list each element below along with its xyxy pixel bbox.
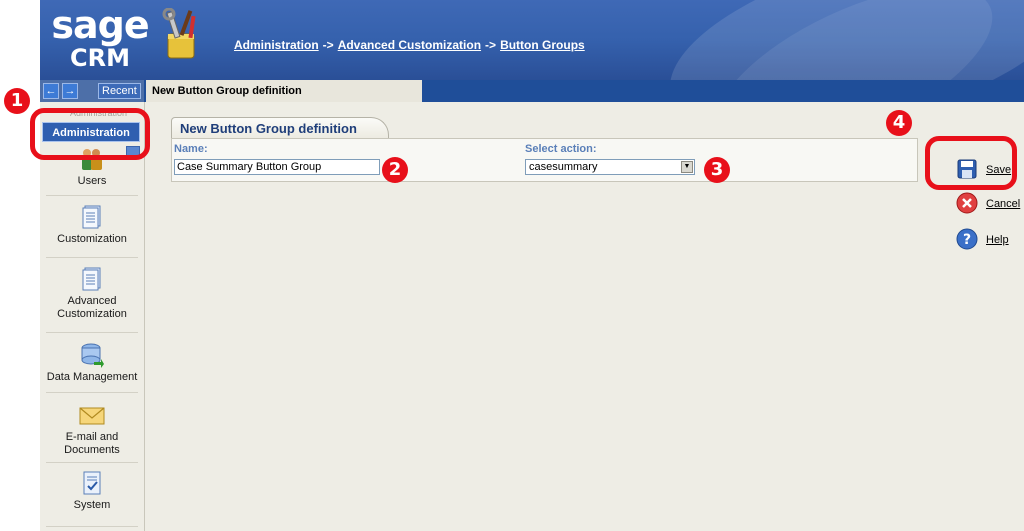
sidebar-item-label: Data Management — [46, 371, 138, 383]
callout-ring-save — [925, 136, 1017, 190]
tools-icon — [162, 8, 196, 59]
form-panel: Name: Select action: casesummary ▼ — [171, 138, 918, 182]
cancel-icon — [956, 192, 978, 214]
breadcrumb-advanced-customization[interactable]: Advanced Customization — [338, 38, 481, 52]
sidebar-item-label: System — [73, 499, 111, 511]
breadcrumb-separator: -> — [322, 38, 334, 52]
recent-button[interactable]: Recent — [98, 83, 141, 99]
forward-arrow-icon[interactable]: → — [62, 83, 78, 99]
sidebar-item-email-documents[interactable]: E-mail and Documents — [40, 402, 144, 457]
sidebar-item-advanced-customization[interactable]: Advanced Customization — [40, 266, 144, 321]
select-action-dropdown[interactable]: casesummary ▼ — [525, 159, 695, 175]
cancel-label: Cancel — [986, 198, 1021, 210]
select-action-label: Select action: — [525, 143, 597, 155]
checklist-icon — [83, 471, 101, 495]
callout-number-3: 3 — [704, 157, 730, 183]
sage-crm-logo: sage CRM — [50, 6, 150, 76]
name-label: Name: — [174, 143, 208, 155]
breadcrumb-separator: -> — [485, 38, 497, 52]
database-icon — [81, 343, 104, 368]
sidebar: Administration Administration Users Cust… — [40, 102, 145, 531]
sidebar-item-customization[interactable]: Customization — [40, 204, 144, 246]
page-title-tab: New Button Group definition — [146, 80, 422, 102]
breadcrumb: Administration -> Advanced Customization ->… — [234, 38, 585, 52]
help-icon: ? — [956, 228, 978, 250]
nav-strip: ← → Recent New Button Group definition — [40, 80, 1024, 102]
breadcrumb-button-groups[interactable]: Button Groups — [500, 38, 585, 52]
logo-line2: CRM — [70, 44, 130, 72]
sidebar-item-label: E-mail and Documents — [64, 431, 120, 456]
logo-line1: sage — [51, 3, 149, 47]
back-arrow-icon[interactable]: ← — [43, 83, 59, 99]
sidebar-item-label: Customization — [57, 233, 127, 245]
sidebar-item-system[interactable]: System — [40, 470, 144, 512]
history-controls: ← → Recent — [40, 80, 144, 102]
envelope-icon — [79, 407, 105, 425]
help-label: Help — [986, 234, 1009, 246]
callout-number-4: 4 — [886, 110, 912, 136]
main-content: New Button Group definition Name: Select… — [146, 102, 918, 531]
form-tab-title: New Button Group definition — [171, 117, 389, 139]
callout-number-2: 2 — [382, 157, 408, 183]
document-icon — [82, 205, 101, 229]
sidebar-item-label: Users — [77, 175, 107, 187]
svg-text:?: ? — [963, 232, 971, 248]
select-action-value: casesummary — [529, 161, 598, 173]
name-field[interactable] — [174, 159, 380, 175]
sage-crm-window: sage CRM Administration -> Advanced Custom… — [40, 0, 1024, 531]
breadcrumb-administration[interactable]: Administration — [234, 38, 319, 52]
sidebar-item-label: Advanced Customization — [57, 295, 127, 320]
callout-ring-administration — [30, 108, 150, 160]
header-banner: sage CRM Administration -> Advanced Custom… — [40, 0, 1024, 80]
sidebar-item-data-management[interactable]: Data Management — [40, 342, 144, 384]
chevron-down-icon[interactable]: ▼ — [681, 161, 693, 173]
callout-number-1: 1 — [4, 88, 30, 114]
document-icon — [82, 267, 101, 291]
